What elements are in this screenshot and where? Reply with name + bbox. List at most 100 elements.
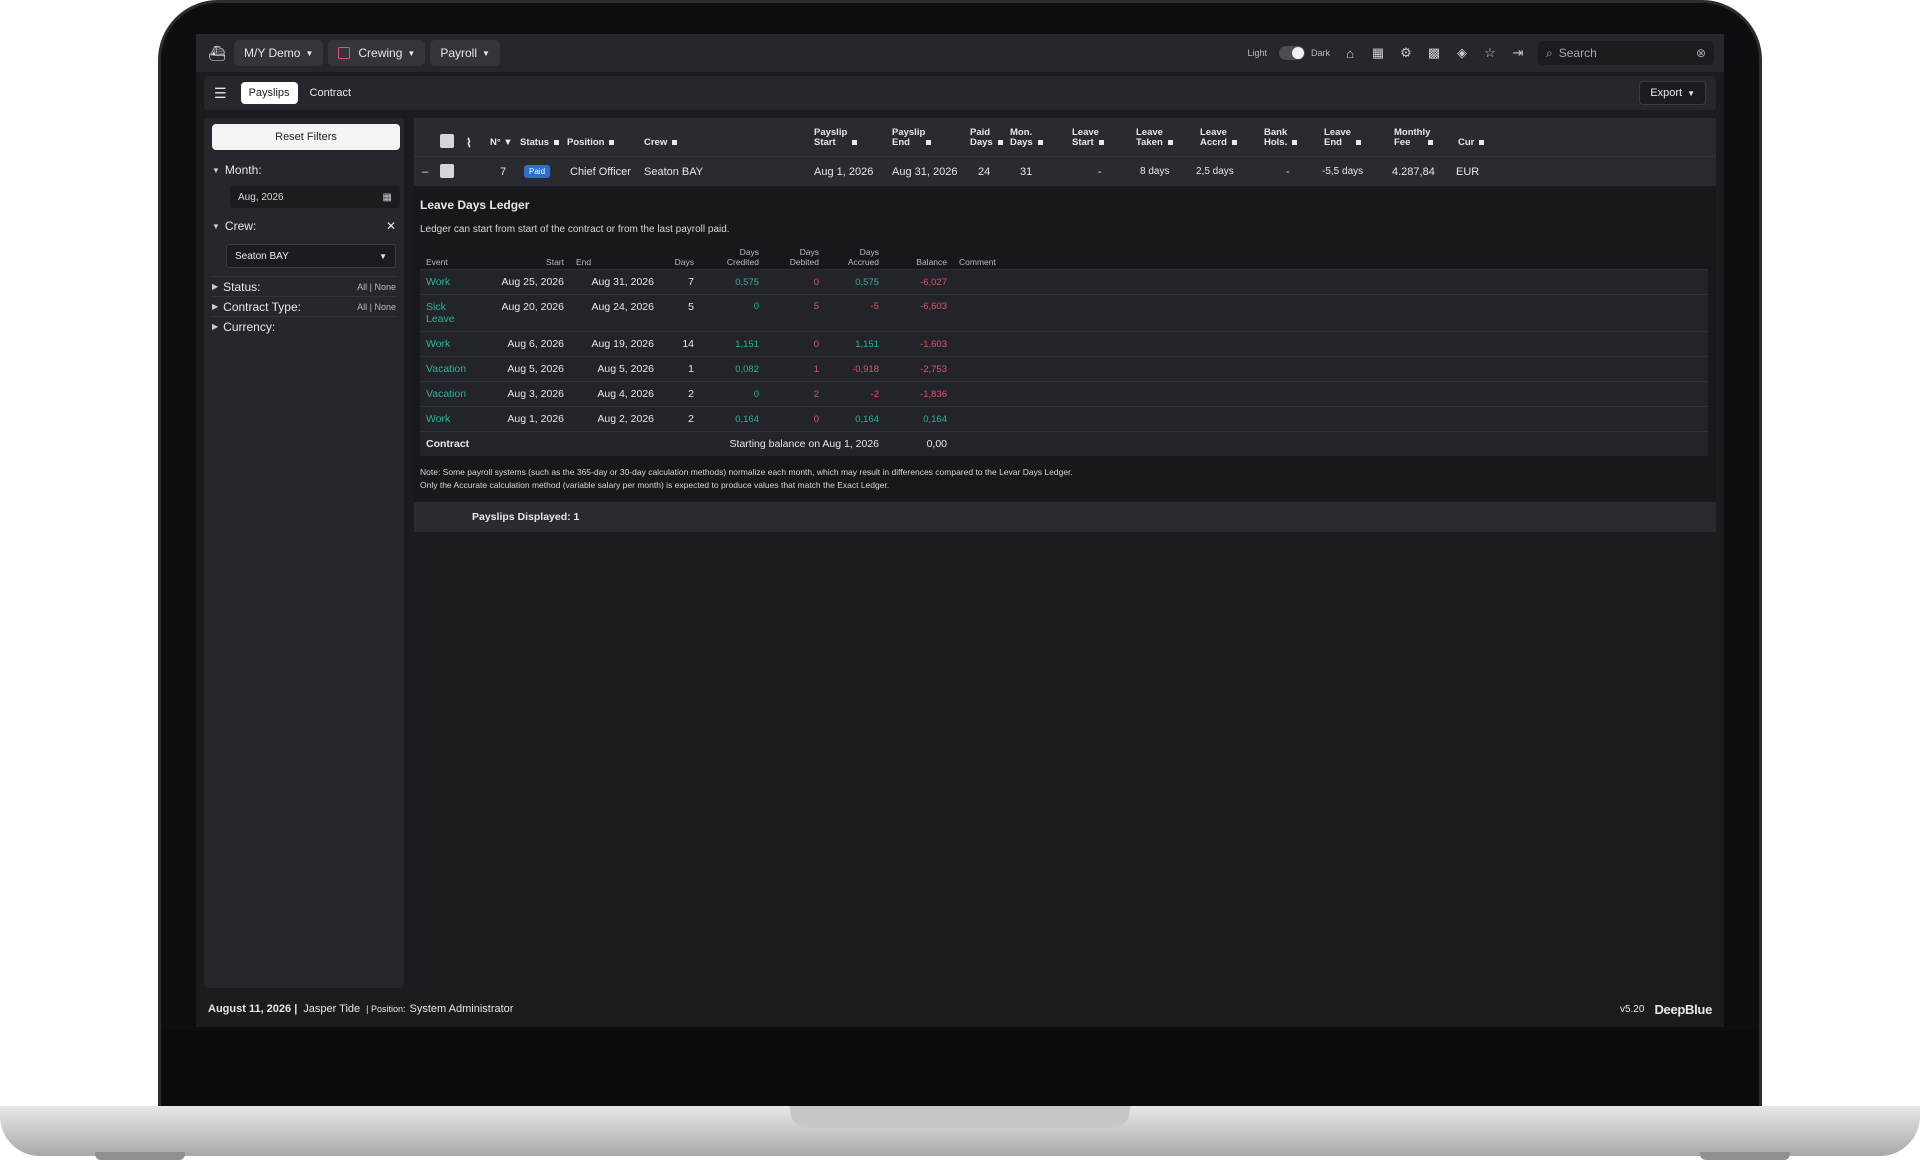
col-crew[interactable]: Crew [644, 138, 678, 148]
ledger-row: Work Aug 1, 2026 Aug 2, 2026 2 0,164 0 0… [420, 406, 1708, 432]
payslips-table: ⌇ N° ▼ Status Position Crew Payslip Start… [414, 118, 1716, 548]
ledger-debited: 5 [765, 294, 825, 332]
ledger-accrued: 0,164 [825, 406, 885, 432]
menu-icon[interactable]: ☰ [214, 85, 227, 102]
ledger-note-line: Note: Some payroll systems (such as the … [420, 467, 1073, 477]
col-label-line: End [892, 137, 910, 148]
col-cur-label: Cur [1458, 137, 1475, 148]
ledger-col-end: End [576, 257, 592, 267]
select-all-checkbox[interactable] [440, 134, 454, 148]
leave-days-ledger: Leave Days Ledger Ledger can start from … [414, 186, 1716, 502]
tab-contract[interactable]: Contract [302, 82, 360, 104]
row-start: Aug 1, 2026 [814, 166, 874, 178]
col-leave-start[interactable]: Leave Start [1072, 128, 1104, 148]
clear-icon[interactable]: ⊗ [1696, 46, 1706, 60]
col-position[interactable]: Position [567, 138, 615, 148]
row-mon-days: 31 [1020, 166, 1033, 178]
col-leave-end[interactable]: Leave End [1324, 128, 1361, 148]
col-label-line: Days [1010, 137, 1033, 148]
status-filter-header[interactable]: ▶ Status: All | None [212, 276, 396, 296]
col-label-line: Debited [789, 257, 819, 267]
ledger-col-event: Event [426, 257, 448, 267]
ledger-event: Sick Leave [420, 294, 480, 332]
ledger-accrued: -2 [825, 381, 885, 407]
calendar-grid-icon[interactable]: ▦ [383, 192, 392, 203]
status-all-none[interactable]: All | None [357, 282, 396, 292]
ledger-event: Vacation [420, 381, 480, 407]
tab-payslips[interactable]: Payslips [240, 82, 298, 104]
ledger-days: 2 [660, 381, 700, 407]
col-mon-days[interactable]: Mon. Days [1010, 128, 1043, 148]
top-bar: ⛴ M/Y Demo ▼ Crewing ▼ Payroll ▼ Light Dark… [196, 34, 1724, 72]
footer-position: System Administrator [409, 1003, 514, 1015]
vessel-selector[interactable]: M/Y Demo ▼ [234, 40, 324, 66]
app-logo-icon[interactable]: ⛴ [206, 42, 228, 64]
ledger-debited: 1 [765, 356, 825, 382]
currency-filter-label: Currency: [223, 319, 276, 334]
module-selector[interactable]: Crewing ▼ [328, 40, 426, 66]
ledger-balance: -1,603 [885, 331, 953, 357]
grid-icon[interactable]: ▩ [1426, 45, 1442, 61]
caret-down-icon: ▼ [407, 48, 416, 58]
attachment-icon[interactable]: ⌇ [466, 137, 472, 149]
gear-icon[interactable]: ⚙ [1398, 45, 1414, 61]
star-icon[interactable]: ☆ [1482, 45, 1498, 61]
theme-toggle[interactable] [1278, 46, 1305, 60]
ledger-balance: -1,836 [885, 381, 953, 407]
home-icon[interactable]: ⌂ [1342, 45, 1358, 61]
clear-crew-icon[interactable]: ✕ [386, 219, 396, 233]
col-payslip-end[interactable]: Payslip End [892, 128, 931, 148]
payslips-displayed: Payslips Displayed: 1 [414, 502, 1716, 532]
ledger-end: Aug 2, 2026 [570, 406, 660, 432]
reset-filters-button[interactable]: Reset Filters [212, 124, 400, 150]
crew-value: Seaton BAY [235, 250, 289, 262]
month-filter-header[interactable]: ▼ Month: [212, 160, 396, 180]
crew-filter-header[interactable]: ▼ Crew: ✕ [212, 216, 396, 236]
col-bank-hols[interactable]: Bank Hols. [1264, 128, 1298, 148]
ledger-start: Aug 3, 2026 [480, 381, 570, 407]
col-monthly-fee[interactable]: Monthly Fee [1394, 128, 1434, 148]
ledger-comment [953, 431, 1708, 456]
ledger-comment [953, 381, 1708, 407]
ledger-credited: 0,164 [700, 406, 765, 432]
currency-filter-header[interactable]: ▶ Currency: [212, 316, 396, 336]
row-no: 7 [500, 166, 507, 178]
ledger-comment [953, 406, 1708, 432]
month-picker[interactable]: Aug, 2026 ▦ [230, 186, 400, 208]
ledger-accrued: -5 [825, 294, 885, 332]
col-leave-taken[interactable]: Leave Taken [1136, 128, 1173, 148]
month-filter-label: Month: [224, 163, 262, 177]
ledger-col-accrued: Days Accrued [825, 245, 885, 270]
col-status[interactable]: Status [520, 138, 560, 148]
ledger-debited: 0 [765, 331, 825, 357]
app-screen: ⛴ M/Y Demo ▼ Crewing ▼ Payroll ▼ Light Dark… [196, 34, 1724, 1027]
col-paid-days[interactable]: Paid Days [970, 128, 1003, 148]
calendar-icon[interactable]: ▦ [1370, 45, 1386, 61]
row-leave-start: - [1098, 166, 1102, 178]
collapse-row-icon[interactable]: – [422, 166, 428, 178]
directions-icon[interactable]: ◈ [1454, 45, 1470, 61]
col-no[interactable]: N° ▼ [490, 138, 513, 148]
ledger-credited: 0,082 [700, 356, 765, 382]
row-end: Aug 31, 2026 [892, 166, 958, 178]
laptop-notch [790, 1106, 1130, 1128]
ledger-event: Vacation [420, 356, 480, 382]
col-payslip-start[interactable]: Payslip Start [814, 128, 857, 148]
ledger-event: Work [420, 269, 480, 295]
contract-type-all-none[interactable]: All | None [357, 302, 396, 312]
row-checkbox[interactable] [440, 164, 454, 178]
status-footer: August 11, 2026 | Jasper Tide | Position… [196, 994, 1724, 1024]
contract-type-filter-header[interactable]: ▶ Contract Type: All | None [212, 296, 396, 316]
ledger-debited: 0 [765, 406, 825, 432]
logout-icon[interactable]: ⇥ [1510, 45, 1526, 61]
submodule-selector[interactable]: Payroll ▼ [430, 40, 500, 66]
col-cur[interactable]: Cur [1458, 137, 1485, 148]
col-leave-accrd[interactable]: Leave Accrd [1200, 128, 1237, 148]
table-row[interactable]: – 7 Paid Chief Officer Seaton BAY Aug 1,… [414, 156, 1716, 186]
export-button[interactable]: Export ▼ [1639, 81, 1706, 105]
search-input[interactable] [1558, 46, 1679, 60]
export-label: Export [1650, 87, 1683, 99]
crew-select[interactable]: Seaton BAY ▼ [226, 244, 396, 268]
ledger-table: Event Start End Days Days Credited Days De… [420, 245, 1708, 456]
ledger-accrued: 0,575 [825, 269, 885, 295]
